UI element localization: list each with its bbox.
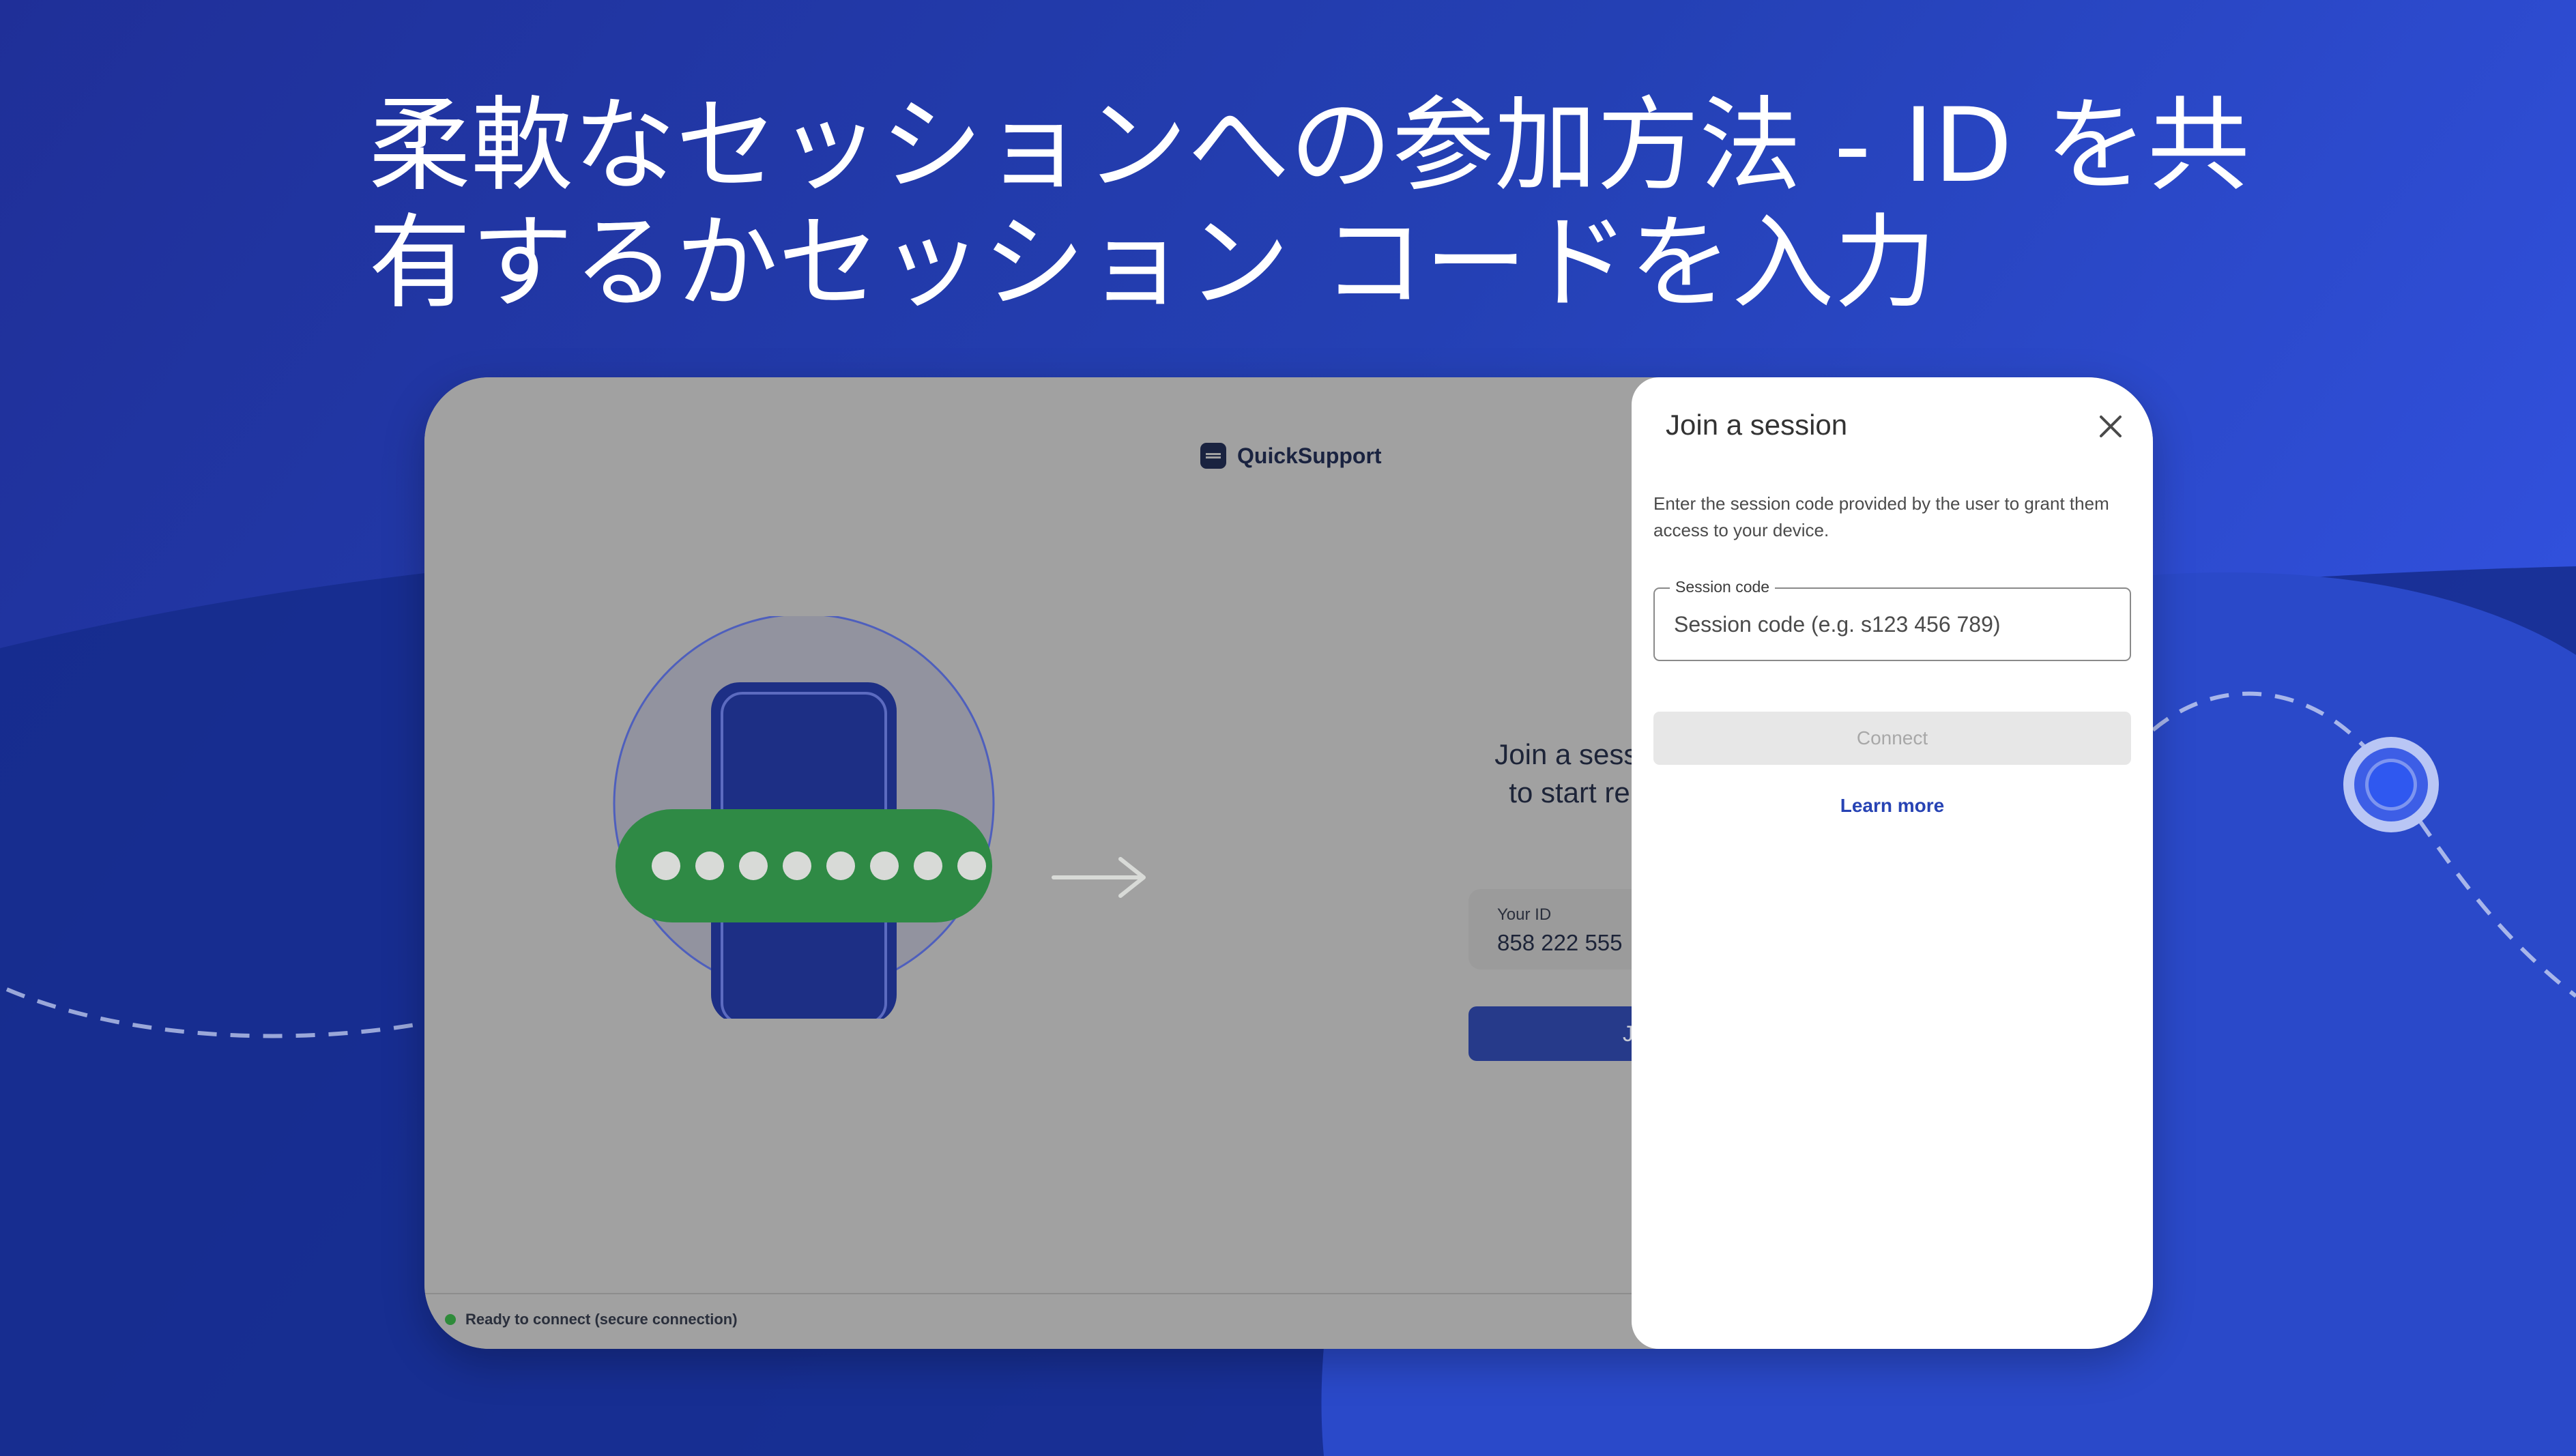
location-pin-icon (2343, 737, 2439, 832)
session-code-field: Session code (1653, 578, 2131, 661)
headline-line-2: 有するかセッション コードを入力 (368, 204, 1937, 323)
status-text: Ready to connect (secure connection) (465, 1311, 738, 1328)
brand-name: QuickSupport (1237, 443, 1382, 468)
join-session-illustration (613, 616, 995, 1019)
connection-status: Ready to connect (secure connection) (445, 1311, 738, 1328)
page-headline: 柔軟なセッションへの参加方法 - ID を共 有するかセッション コードを入力 (368, 87, 2279, 322)
dialog-description: Enter the session code provided by the u… (1653, 493, 2109, 540)
learn-more-link[interactable]: Learn more (1653, 795, 2131, 817)
status-divider (424, 1293, 1632, 1294)
your-id-label: Your ID (1497, 905, 1552, 924)
headline-line-1: 柔軟なセッションへの参加方法 - ID を共 (368, 87, 2250, 205)
app-brand: QuickSupport (1200, 443, 1382, 469)
quicksupport-logo-icon (1200, 443, 1226, 469)
connect-button[interactable]: Connect (1653, 712, 2131, 765)
close-icon[interactable] (2096, 411, 2126, 441)
session-code-input[interactable] (1674, 589, 2111, 660)
tablet-frame: QuickSupport Join a sessi to start re Yo… (424, 377, 2153, 1349)
status-dot-icon (445, 1314, 456, 1325)
arrow-right-icon (1052, 857, 1146, 898)
join-session-dialog: Join a session Enter the session code pr… (1632, 377, 2153, 1349)
your-id-value: 858 222 555 (1497, 930, 1623, 955)
dialog-title: Join a session (1666, 409, 1848, 441)
